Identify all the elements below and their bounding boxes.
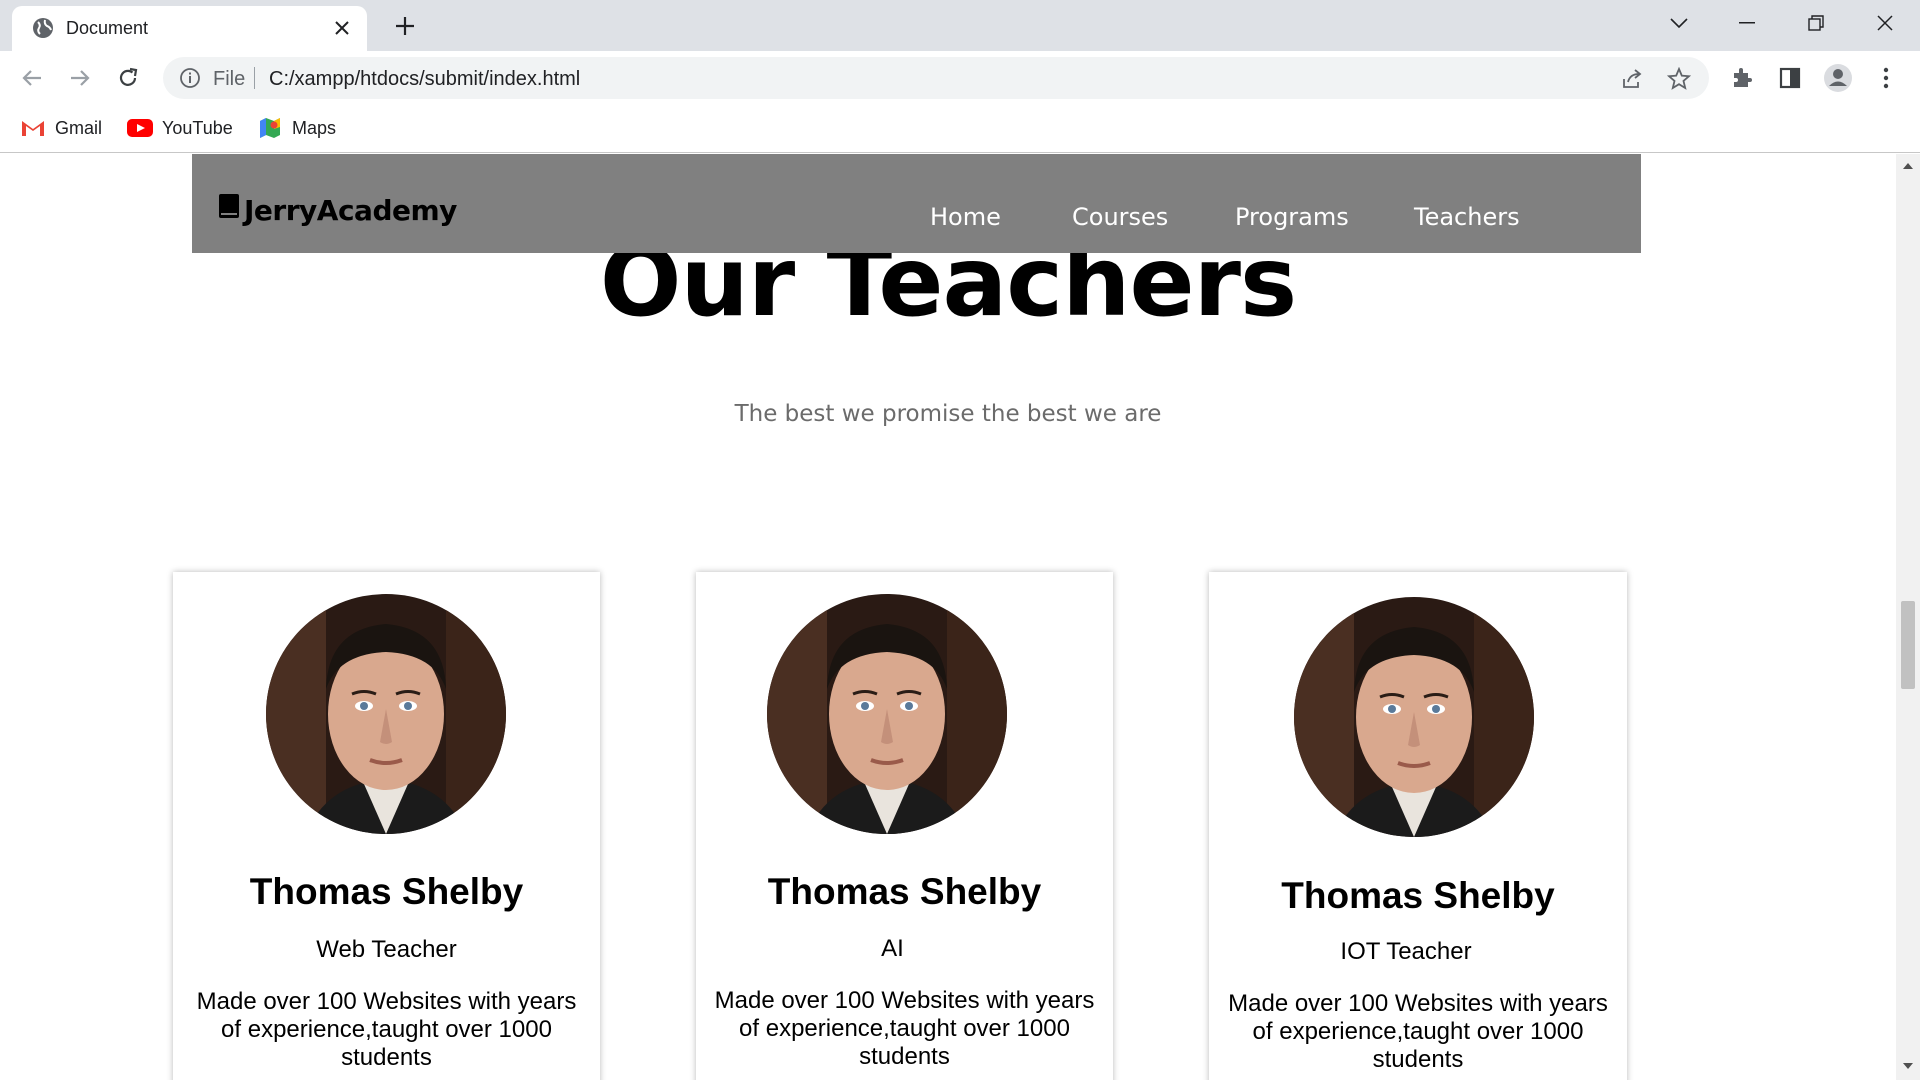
address-bar[interactable]: File C:/xampp/htdocs/submit/index.html xyxy=(163,57,1709,99)
nav-link-teachers[interactable]: Teachers xyxy=(1414,203,1520,231)
teacher-description: Made over 100 Websites with years of exp… xyxy=(714,987,1095,1070)
maps-icon xyxy=(257,117,283,139)
teacher-card: Thomas Shelby Web Teacher Made over 100 … xyxy=(173,572,600,1080)
teacher-description: Made over 100 Websites with years of exp… xyxy=(1228,990,1608,1073)
teacher-role: Web Teacher xyxy=(316,936,457,963)
page-subtitle: The best we promise the best we are xyxy=(734,401,1162,427)
site-logo[interactable]: JerryAcademy xyxy=(218,193,457,227)
bookmark-label: Gmail xyxy=(55,117,103,138)
reload-icon[interactable] xyxy=(112,62,144,94)
teacher-description: Made over 100 Websites with years of exp… xyxy=(196,988,577,1071)
extensions-icon[interactable] xyxy=(1727,63,1757,93)
page-scrollbar[interactable] xyxy=(1896,154,1920,1080)
share-icon[interactable] xyxy=(1619,66,1645,92)
teacher-photo xyxy=(266,594,506,834)
divider xyxy=(254,67,255,89)
nav-link-programs[interactable]: Programs xyxy=(1235,203,1349,231)
close-tab-icon[interactable] xyxy=(329,15,355,41)
minimize-icon[interactable] xyxy=(1724,6,1770,40)
site-navbar: JerryAcademy Home Courses Programs Teach… xyxy=(192,154,1641,253)
scrollbar-thumb[interactable] xyxy=(1901,601,1915,689)
new-tab-icon[interactable] xyxy=(390,11,420,41)
nav-link-courses[interactable]: Courses xyxy=(1072,203,1168,231)
browser-tab[interactable]: Document xyxy=(12,6,367,51)
brand-name: JerryAcademy xyxy=(244,194,457,227)
bookmark-maps[interactable]: Maps xyxy=(257,113,336,143)
tab-search-icon[interactable] xyxy=(1656,6,1702,40)
bookmarks-bar: Gmail YouTube Maps xyxy=(0,105,1920,153)
bookmark-gmail[interactable]: Gmail xyxy=(20,113,102,143)
teacher-photo xyxy=(1294,597,1534,837)
tab-strip: Document xyxy=(0,0,1920,51)
teacher-card: Thomas Shelby AI Made over 100 Websites … xyxy=(696,572,1113,1080)
back-arrow-icon[interactable] xyxy=(16,62,48,94)
teacher-photo xyxy=(767,594,1007,834)
page-viewport: JerryAcademy Home Courses Programs Teach… xyxy=(0,154,1920,1080)
menu-kebab-icon[interactable] xyxy=(1871,63,1901,93)
nav-link-home[interactable]: Home xyxy=(930,203,1001,231)
forward-arrow-icon[interactable] xyxy=(64,62,96,94)
url-scheme: File xyxy=(213,68,246,90)
scroll-up-arrow-icon[interactable] xyxy=(1902,160,1914,172)
youtube-icon xyxy=(127,117,153,139)
bookmark-youtube[interactable]: YouTube xyxy=(127,113,233,143)
teacher-name: Thomas Shelby xyxy=(1281,875,1555,916)
teacher-name: Thomas Shelby xyxy=(249,871,524,912)
profile-avatar-icon[interactable] xyxy=(1823,63,1853,93)
info-icon[interactable] xyxy=(179,67,201,89)
url-text[interactable]: C:/xampp/htdocs/submit/index.html xyxy=(269,68,580,91)
teacher-role: AI xyxy=(881,935,904,962)
gmail-icon xyxy=(20,117,46,139)
tab-title: Document xyxy=(66,18,149,38)
globe-icon xyxy=(31,16,55,40)
side-panel-icon[interactable] xyxy=(1775,63,1805,93)
teacher-card: Thomas Shelby IOT Teacher Made over 100 … xyxy=(1209,572,1627,1080)
book-icon xyxy=(218,193,242,219)
scroll-down-arrow-icon[interactable] xyxy=(1902,1060,1914,1072)
teacher-name: Thomas Shelby xyxy=(767,871,1042,912)
close-window-icon[interactable] xyxy=(1862,6,1908,40)
browser-toolbar: File C:/xampp/htdocs/submit/index.html xyxy=(0,51,1920,105)
restore-icon[interactable] xyxy=(1793,6,1839,40)
bookmark-label: Maps xyxy=(292,117,337,138)
teacher-role: IOT Teacher xyxy=(1340,938,1472,965)
bookmark-label: YouTube xyxy=(162,117,233,138)
star-icon[interactable] xyxy=(1666,66,1692,92)
